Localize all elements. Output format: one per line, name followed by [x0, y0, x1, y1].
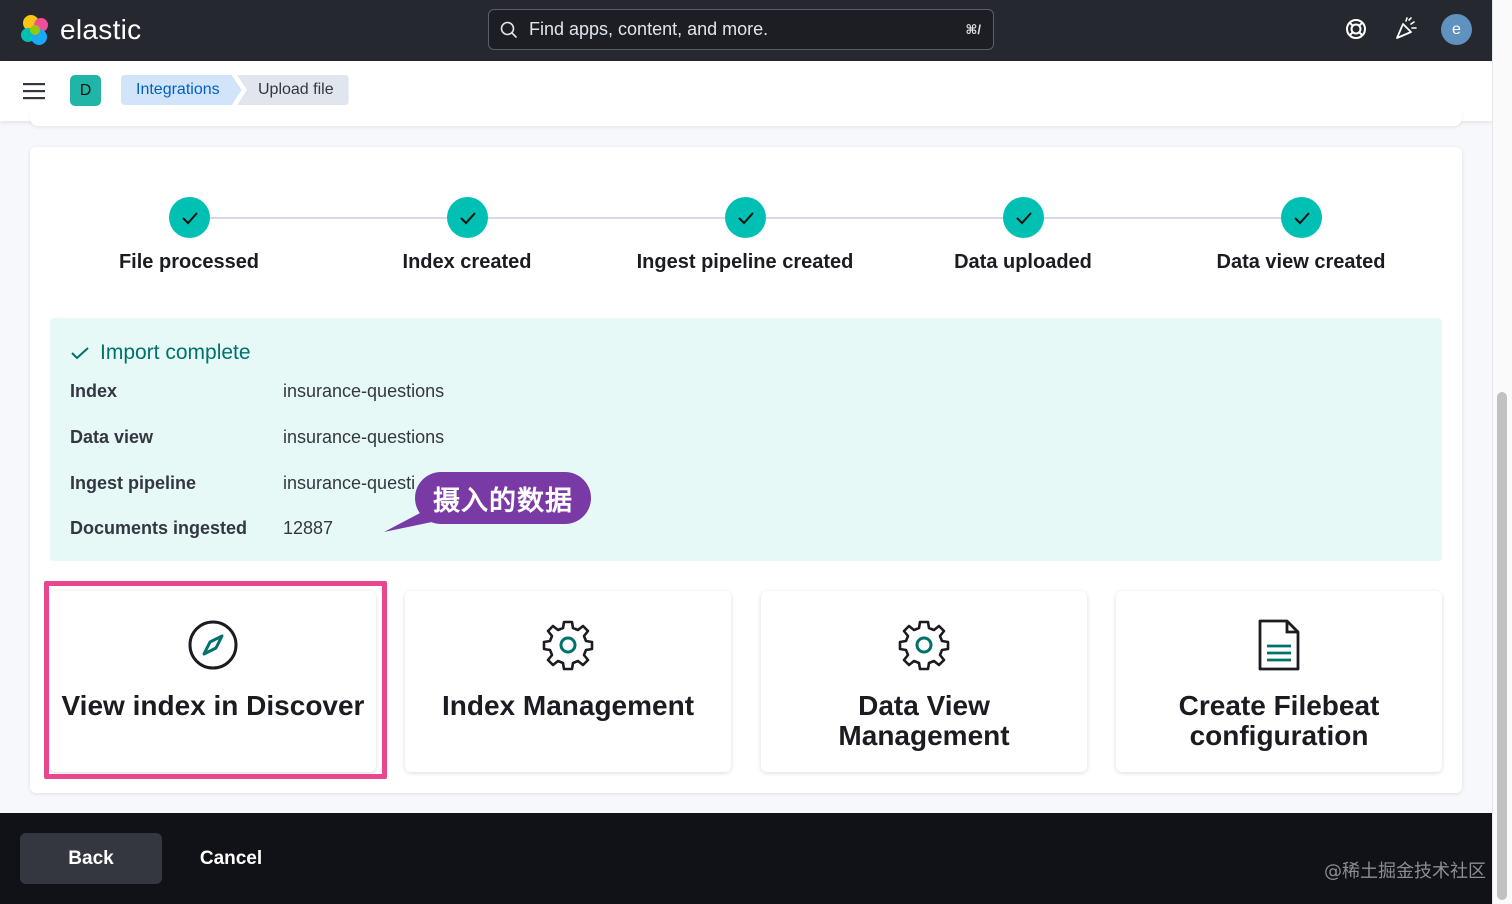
- card-view-in-discover[interactable]: View index in Discover: [50, 591, 376, 772]
- back-button[interactable]: Back: [20, 833, 162, 884]
- step-label: File processed: [118, 251, 260, 273]
- result-key: Data view: [70, 427, 154, 447]
- result-value: insurance-questions: [283, 427, 445, 447]
- bottom-bar: Back Cancel @稀土掘金技术社区: [0, 813, 1492, 904]
- result-value: insurance-questi: [283, 473, 416, 493]
- breadcrumb-integrations[interactable]: Integrations: [121, 75, 242, 105]
- elastic-logo-icon: [21, 15, 48, 45]
- user-avatar[interactable]: e: [1441, 14, 1472, 45]
- newsfeed-icon[interactable]: [1392, 15, 1420, 43]
- step-label: Ingest pipeline created: [636, 251, 854, 273]
- result-key: Index: [70, 381, 118, 401]
- import-complete-callout: [50, 318, 1442, 561]
- result-value: insurance-questions: [283, 381, 445, 401]
- gear-icon: [542, 620, 594, 671]
- step-complete-icon: [1003, 197, 1044, 238]
- compass-icon: [188, 620, 238, 670]
- logo-text: elastic: [60, 14, 142, 45]
- step-label: Data uploaded: [954, 251, 1092, 273]
- card-title: Index Management: [441, 690, 695, 721]
- help-icon[interactable]: [1342, 15, 1370, 43]
- top-header: elastic ⌘/ e: [0, 0, 1492, 61]
- gear-icon: [898, 620, 950, 671]
- watermark: @稀土掘金技术社区: [1324, 861, 1486, 882]
- space-avatar[interactable]: D: [70, 75, 101, 106]
- card-title: Create Filebeat configuration: [1178, 690, 1380, 751]
- step-complete-icon: [169, 197, 210, 238]
- step-label: Data view created: [1216, 251, 1386, 273]
- menu-icon[interactable]: [23, 81, 47, 101]
- search-input[interactable]: [529, 19, 966, 40]
- annotation-bubble: 摄入的数据: [415, 472, 591, 524]
- cancel-button[interactable]: Cancel: [180, 833, 282, 884]
- result-key: Documents ingested: [70, 518, 248, 538]
- card-index-management[interactable]: Index Management: [405, 591, 731, 772]
- search-shortcut: ⌘/: [965, 21, 981, 37]
- scrollbar-thumb[interactable]: [1497, 392, 1507, 900]
- card-title: View index in Discover: [61, 690, 365, 721]
- callout-title-text: Import complete: [100, 341, 251, 364]
- global-search[interactable]: ⌘/: [488, 9, 994, 50]
- step-complete-icon: [725, 197, 766, 238]
- step-complete-icon: [1281, 197, 1322, 238]
- previous-panel-edge: [30, 110, 1462, 126]
- step-complete-icon: [447, 197, 488, 238]
- callout-title: Import complete: [70, 341, 251, 365]
- result-key: Ingest pipeline: [70, 473, 197, 493]
- elastic-logo[interactable]: elastic: [18, 13, 141, 47]
- breadcrumb-upload-file: Upload file: [237, 75, 349, 105]
- step-label: Index created: [402, 251, 532, 273]
- search-icon: [500, 21, 517, 38]
- check-icon: [71, 347, 89, 360]
- document-icon: [1258, 619, 1300, 671]
- card-title: Data View Management: [838, 690, 1010, 751]
- card-create-filebeat-config[interactable]: Create Filebeat configuration: [1116, 591, 1442, 772]
- card-data-view-management[interactable]: Data View Management: [761, 591, 1087, 772]
- result-value: 12887: [283, 518, 334, 538]
